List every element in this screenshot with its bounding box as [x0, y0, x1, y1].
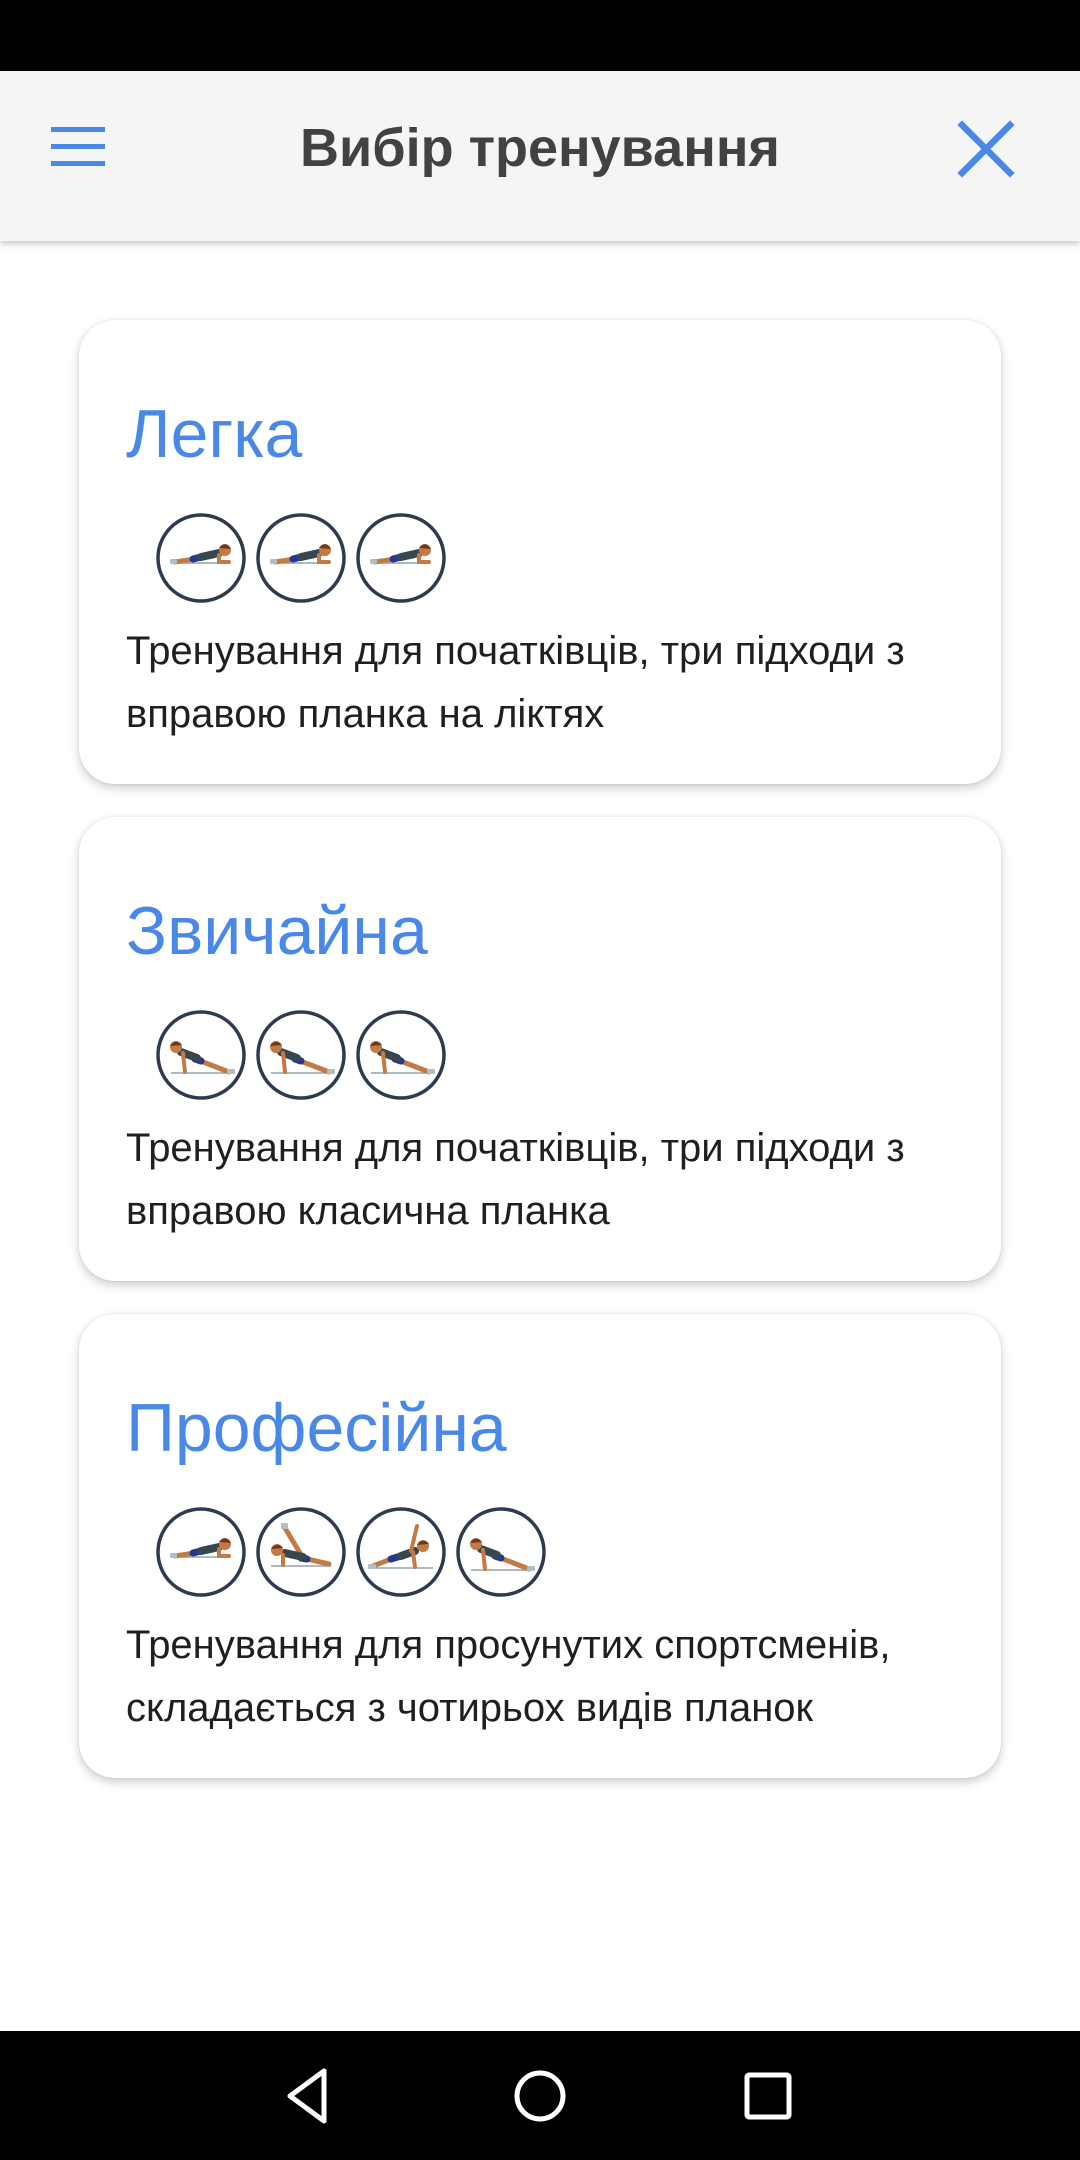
home-circle-icon: [514, 2070, 566, 2122]
workout-card-professional[interactable]: Професійна Тренування для просунутих спо…: [79, 1314, 1001, 1778]
recents-button[interactable]: [733, 2061, 803, 2131]
high-plank-icon: [456, 1507, 546, 1597]
workout-title: Професійна: [126, 1390, 507, 1466]
close-button[interactable]: [948, 111, 1024, 187]
back-button[interactable]: [274, 2061, 344, 2131]
back-triangle-icon: [287, 2068, 327, 2124]
navigation-bar: [0, 2031, 1080, 2160]
leg-raise-plank-icon: [256, 1507, 346, 1597]
high-plank-icon: [356, 1010, 446, 1100]
workout-title: Легка: [126, 396, 303, 472]
page-title: Вибір тренування: [300, 118, 780, 178]
elbow-plank-icon: [156, 513, 246, 603]
home-button[interactable]: [505, 2061, 575, 2131]
workout-description: Тренування для початківців, три підходи …: [126, 629, 905, 736]
app-bar: Вибір тренування: [0, 71, 1080, 241]
recents-square-icon: [744, 2072, 792, 2120]
elbow-plank-icon: [256, 513, 346, 603]
workout-card-normal[interactable]: Звичайна Тренування для початківців, три…: [79, 817, 1001, 1281]
high-plank-icon: [256, 1010, 346, 1100]
status-bar: [0, 0, 1080, 71]
hamburger-menu-icon: [51, 127, 105, 166]
workout-description: Тренування для початківців, три підходи …: [126, 1126, 905, 1233]
elbow-plank-icon: [156, 1507, 246, 1597]
high-plank-icon: [156, 1010, 246, 1100]
elbow-plank-icon: [356, 513, 446, 603]
menu-button[interactable]: [42, 111, 114, 183]
workout-description: Тренування для просунутих спортсменів, с…: [126, 1623, 891, 1730]
side-plank-icon: [356, 1507, 446, 1597]
close-x-icon: [957, 120, 1015, 178]
workout-card-easy[interactable]: Легка Тренування для початківців, три пі…: [79, 320, 1001, 784]
workout-title: Звичайна: [126, 893, 428, 969]
